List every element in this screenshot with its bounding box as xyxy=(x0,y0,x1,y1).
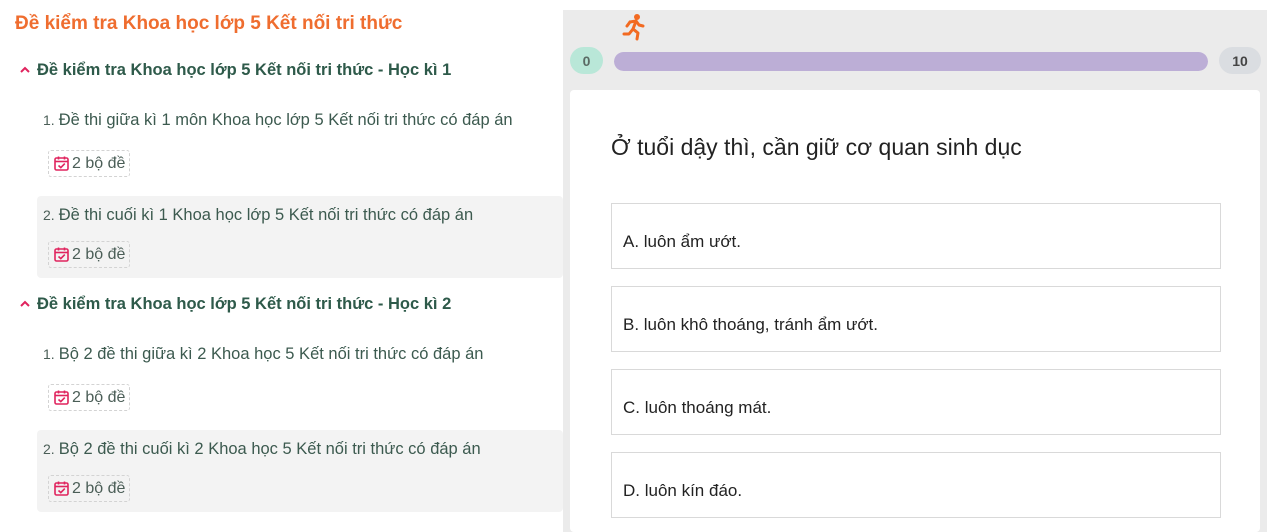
runner-icon xyxy=(622,14,645,41)
badge-label: 2 bộ đề xyxy=(72,388,126,406)
item-title: Bộ 2 đề thi cuối kì 2 Khoa học 5 Kết nối… xyxy=(58,440,481,458)
section-title: Đề kiểm tra Khoa học lớp 5 Kết nối tri t… xyxy=(37,60,452,79)
calendar-check-icon xyxy=(54,481,69,496)
item-title: Đề thi cuối kì 1 Khoa học lớp 5 Kết nối … xyxy=(58,206,474,224)
progress-bar-fill xyxy=(614,52,1208,71)
item-number: 1. xyxy=(43,112,55,128)
item-link[interactable]: 1. Bộ 2 đề thi giữa kì 2 Khoa học 5 Kết n… xyxy=(43,345,483,364)
item-link[interactable]: 2. Bộ 2 đề thi cuối kì 2 Khoa học 5 Kết n… xyxy=(43,440,481,459)
badge-label: 2 bộ đề xyxy=(72,154,126,172)
question-card: Ở tuổi dậy thì, cần giữ cơ quan sinh dục… xyxy=(570,90,1260,532)
list-item: 1. Bộ 2 đề thi giữa kì 2 Khoa học 5 Kết n… xyxy=(37,331,563,413)
set-count-badge[interactable]: 2 bộ đề xyxy=(48,150,131,177)
badge-label: 2 bộ đề xyxy=(72,479,126,497)
set-count-badge[interactable]: 2 bộ đề xyxy=(48,384,131,411)
section-header-hoc-ki-1[interactable]: Đề kiểm tra Khoa học lớp 5 Kết nối tri t… xyxy=(18,57,451,83)
option-label: A. luôn ẩm ướt. xyxy=(623,232,741,251)
chevron-up-icon xyxy=(20,300,30,307)
quiz-panel: 0 10 Ở tuổi dậy thì, cần giữ cơ quan sin… xyxy=(563,10,1267,532)
lesson-list-panel: Đề kiểm tra Khoa học lớp 5 Kết nối tri t… xyxy=(0,0,563,532)
page-title: Đề kiểm tra Khoa học lớp 5 Kết nối tri t… xyxy=(15,13,403,34)
progress-total-count: 10 xyxy=(1219,47,1261,74)
section-header-hoc-ki-2[interactable]: Đề kiểm tra Khoa học lớp 5 Kết nối tri t… xyxy=(18,291,451,317)
item-link[interactable]: 1. Đề thi giữa kì 1 môn Khoa học lớp 5 Kế… xyxy=(43,111,513,130)
calendar-check-icon xyxy=(54,390,69,405)
option-label: B. luôn khô thoáng, tránh ẩm ướt. xyxy=(623,315,879,334)
item-number: 2. xyxy=(43,441,55,457)
list-item: 1. Đề thi giữa kì 1 môn Khoa học lớp 5 Kế… xyxy=(37,97,563,179)
option-label: D. luôn kín đáo. xyxy=(623,481,743,500)
answer-option-b[interactable]: B. luôn khô thoáng, tránh ẩm ướt. xyxy=(611,286,1221,352)
calendar-check-icon xyxy=(54,247,69,262)
item-number: 1. xyxy=(43,346,55,362)
section-title: Đề kiểm tra Khoa học lớp 5 Kết nối tri t… xyxy=(37,294,452,313)
item-title: Đề thi giữa kì 1 môn Khoa học lớp 5 Kết … xyxy=(58,111,513,129)
set-count-badge[interactable]: 2 bộ đề xyxy=(48,475,131,502)
item-title: Bộ 2 đề thi giữa kì 2 Khoa học 5 Kết nối… xyxy=(58,345,484,363)
item-link[interactable]: 2. Đề thi cuối kì 1 Khoa học lớp 5 Kết nố… xyxy=(43,206,473,225)
set-count-badge[interactable]: 2 bộ đề xyxy=(48,241,131,268)
progress-bar xyxy=(614,52,1208,71)
chevron-up-icon xyxy=(20,66,30,73)
answer-option-c[interactable]: C. luôn thoáng mát. xyxy=(611,369,1221,435)
list-item: 2. Bộ 2 đề thi cuối kì 2 Khoa học 5 Kết n… xyxy=(37,430,563,512)
list-item: 2. Đề thi cuối kì 1 Khoa học lớp 5 Kết nố… xyxy=(37,196,563,278)
question-text: Ở tuổi dậy thì, cần giữ cơ quan sinh dục xyxy=(611,134,1022,160)
progress-start-count: 0 xyxy=(570,47,603,74)
answer-option-a[interactable]: A. luôn ẩm ướt. xyxy=(611,203,1221,269)
badge-label: 2 bộ đề xyxy=(72,245,126,263)
option-label: C. luôn thoáng mát. xyxy=(623,398,772,417)
answer-option-d[interactable]: D. luôn kín đáo. xyxy=(611,452,1221,518)
item-number: 2. xyxy=(43,207,55,223)
calendar-check-icon xyxy=(54,156,69,171)
